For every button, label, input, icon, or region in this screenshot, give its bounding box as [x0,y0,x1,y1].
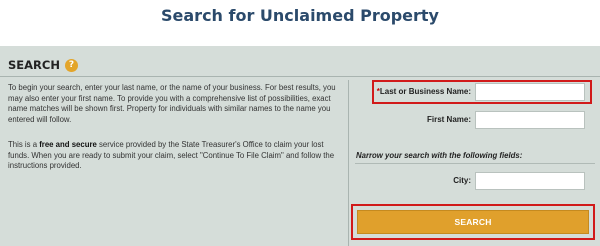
search-button-highlight: SEARCH [351,204,595,240]
last-name-highlight [372,80,592,104]
city-row: City: [355,170,595,192]
search-button[interactable]: SEARCH [357,210,589,234]
first-name-input[interactable] [475,111,585,129]
search-panel-header: SEARCH ? [8,58,78,72]
search-panel-title: SEARCH [8,58,60,72]
city-input[interactable] [475,172,585,190]
first-name-row: First Name: [355,109,595,131]
page-title: Search for Unclaimed Property [161,6,439,25]
header-divider [0,76,600,77]
column-divider [348,80,349,246]
service-info-bold: free and secure [39,140,97,149]
help-icon[interactable]: ? [64,58,78,72]
service-info: This is a free and secure service provid… [8,140,340,172]
narrow-search-hint: Narrow your search with the following fi… [356,151,523,160]
first-name-label: First Name: [426,115,471,124]
search-instructions: To begin your search, enter your last na… [8,83,336,124]
hint-divider [355,163,595,164]
service-info-prefix: This is a [8,140,40,149]
city-label: City: [453,176,471,185]
